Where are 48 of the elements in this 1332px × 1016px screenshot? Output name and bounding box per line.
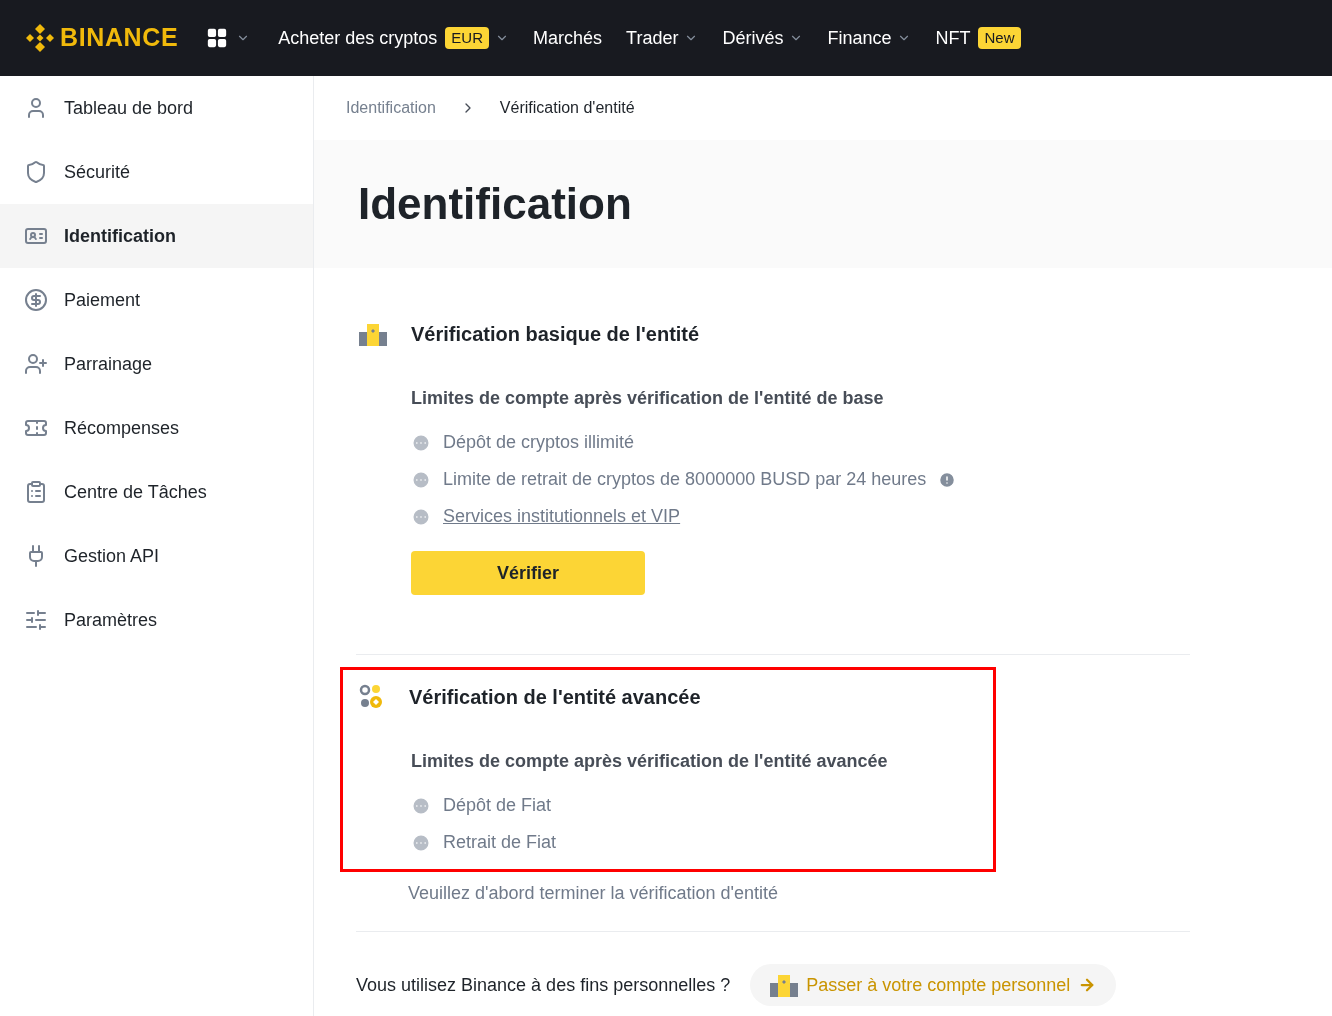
services-link[interactable]: Services institutionnels et VIP xyxy=(443,503,681,530)
sidebar-item[interactable]: Identification xyxy=(0,204,313,268)
limit-item-text: Dépôt de cryptos illimité xyxy=(443,431,635,454)
dots-circle-icon xyxy=(411,506,431,527)
dots-circle-icon xyxy=(411,469,431,490)
nav-link[interactable]: Trader xyxy=(626,24,679,52)
personal-account-question: Vous utilisez Binance à des fins personnelles ? xyxy=(356,973,731,997)
dots-circle-icon xyxy=(411,432,431,453)
diamond-logo-icon xyxy=(24,22,56,54)
clipboard-list-icon xyxy=(24,480,48,504)
limits-heading: Limites de compte après vérification de l'entité avancée xyxy=(411,750,889,773)
dollar-coin-icon xyxy=(24,288,48,312)
coins-icon xyxy=(359,684,385,710)
limit-item-text: Limite de retrait de cryptos de 8000000 BUSD par 24 heures xyxy=(443,468,927,491)
dots-circle-icon xyxy=(411,832,431,853)
building-icon xyxy=(359,322,387,346)
sidebar-item[interactable]: Gestion API xyxy=(0,524,313,588)
sidebar-item[interactable]: Centre de Tâches xyxy=(0,460,313,524)
sidebar-item[interactable]: Récompenses xyxy=(0,396,313,460)
shield-icon xyxy=(24,160,48,184)
nav-link[interactable]: Marchés xyxy=(533,24,603,52)
nav-link[interactable]: Acheter des cryptos xyxy=(278,24,438,52)
note-text: Veuillez d'abord terminer la vérification d'entité xyxy=(407,882,780,905)
section-title: Vérification basique de l'entité xyxy=(411,322,700,347)
person-plus-icon xyxy=(24,352,48,376)
limits-heading: Limites de compte après vérification de l'entité de base xyxy=(411,387,885,410)
breadcrumb-current: Vérification d'entité xyxy=(499,98,635,118)
nav-badge: EUR xyxy=(445,26,490,50)
sliders-icon xyxy=(24,608,48,632)
nav-link[interactable]: Dérivés xyxy=(722,24,784,52)
nav-link[interactable]: Finance xyxy=(827,24,892,52)
sidebar-item[interactable]: Tableau de bord xyxy=(0,76,313,140)
page-title: Identification xyxy=(358,178,632,230)
sidebar-item[interactable]: Paramètres xyxy=(0,588,313,652)
grid-icon xyxy=(206,27,229,49)
limit-item-text: Retrait de Fiat xyxy=(443,831,557,854)
building-icon xyxy=(770,973,799,997)
brand-logo-text[interactable]: BINANCE xyxy=(60,19,179,57)
breadcrumb-link[interactable]: Identification xyxy=(346,96,436,120)
sidebar-item[interactable]: Parrainage xyxy=(0,332,313,396)
section-title: Vérification de l'entité avancée xyxy=(409,685,701,710)
verify-button[interactable]: Vérifier xyxy=(411,551,645,595)
nav-link[interactable]: NFT xyxy=(935,24,971,52)
limit-item-text: Dépôt de Fiat xyxy=(443,794,552,817)
nav-badge: New xyxy=(978,26,1021,50)
dots-circle-icon xyxy=(411,795,431,816)
sidebar-item[interactable]: Sécurité xyxy=(0,140,313,204)
sidebar-item[interactable]: Paiement xyxy=(0,268,313,332)
